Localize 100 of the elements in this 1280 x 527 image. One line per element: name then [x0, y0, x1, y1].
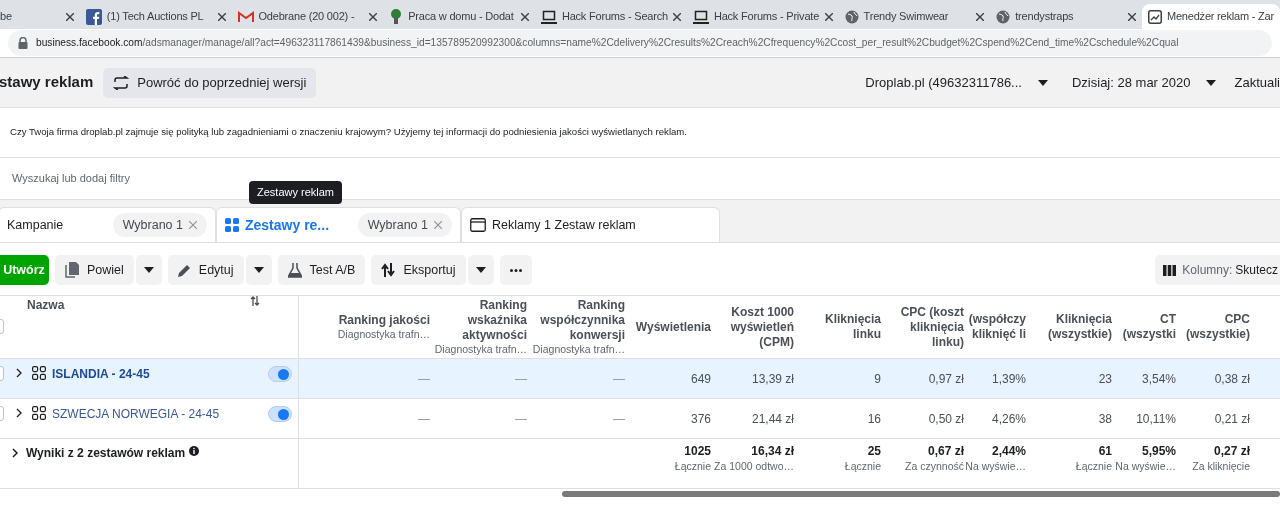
close-icon: [217, 12, 226, 21]
browser-tab[interactable]: Menedżer reklam - Zar: [1141, 4, 1280, 29]
notice-text: Czy Twoja firma droplab.pl zajmuje się polityką lub zagadnieniami o znaczeniu krajowym? Użyjemy tej informacji do podniesienia jakości wyświetlanych reklam.: [10, 125, 687, 140]
total-note: Za czynność: [905, 459, 964, 473]
column-header[interactable]: Ranking jakości: [338, 313, 430, 328]
total-value: 61: [1098, 444, 1112, 459]
level-tab[interactable]: Kampanie Wybrano 1: [0, 207, 216, 242]
close-icon: [672, 12, 681, 21]
table-cell: 1,39%: [991, 372, 1026, 386]
columns-button[interactable]: Kolumny: Skutecz: [1155, 255, 1280, 285]
total-value: 16,34 zł: [751, 444, 794, 459]
sort-arrows-icon: [381, 263, 396, 277]
browser-tab[interactable]: Praca w domu - Dodat: [383, 4, 535, 29]
column-header[interactable]: (współczy kliknięć li: [968, 312, 1026, 342]
toolbar-button[interactable]: Edytuj: [167, 255, 244, 285]
tree-icon: [389, 8, 404, 25]
copy-icon: [65, 262, 79, 278]
close-icon: [824, 12, 833, 21]
browser-tab[interactable]: trendystraps: [990, 4, 1142, 29]
total-note: Za 1000 odtwo…: [714, 459, 794, 473]
browser-tab[interactable]: Hack Forums - Search: [534, 4, 687, 29]
more-button[interactable]: [499, 255, 532, 285]
grid-icon: [32, 366, 46, 380]
toolbar-button[interactable]: Powiel: [55, 255, 134, 285]
browser-tab[interactable]: Odebrane (20 002) -: [231, 4, 384, 29]
date-dropdown[interactable]: Dzisiaj: 28 mar 2020: [1071, 72, 1217, 93]
table-cell: 10,11%: [1136, 412, 1176, 426]
total-note: Na wyświe…: [965, 459, 1026, 473]
level-tab[interactable]: Reklamy 1 Zestaw reklam: [461, 207, 720, 242]
dropdown-button[interactable]: [467, 255, 494, 285]
globe-icon: [844, 9, 859, 24]
total-value: 2,44%: [991, 444, 1026, 459]
chevron-icon: [12, 448, 18, 458]
column-header[interactable]: CPC (koszt kliknięcia linku): [891, 304, 964, 350]
dropdown-button[interactable]: [135, 255, 162, 285]
browser-tab[interactable]: Trendy Swimwear: [838, 4, 991, 29]
column-header[interactable]: CT (wszystki: [1122, 312, 1176, 342]
selection-chip[interactable]: Wybrano 1: [357, 213, 452, 237]
column-subtitle: Diagnostyka trafn…: [337, 328, 430, 341]
column-header[interactable]: Kliknięcia linku: [804, 312, 881, 342]
column-subtitle: Diagnostyka trafn…: [434, 343, 527, 356]
totals-label: Wyniki z 2 zestawów reklam: [26, 445, 186, 462]
total-note: Na wyświe…: [1115, 459, 1176, 473]
grid-icon: [225, 218, 239, 232]
table-cell: —: [515, 412, 527, 426]
table-cell: 21,44 zł: [751, 412, 794, 426]
table-cell: —: [613, 372, 625, 386]
column-header[interactable]: Wyświetlenia: [635, 319, 711, 335]
ad-set-link[interactable]: SZWECJA NORWEGIA - 24-45: [52, 405, 220, 423]
account-dropdown[interactable]: Droplab.pl (49632311786...: [865, 72, 1048, 93]
table-cell: —: [418, 372, 430, 386]
horizontal-scrollbar[interactable]: [562, 491, 1280, 497]
address-bar[interactable]: [8, 30, 1272, 56]
close-icon: [434, 221, 442, 229]
column-header[interactable]: Kliknięcia (wszystkie): [1036, 312, 1112, 342]
update-text: Zaktuali: [1234, 73, 1280, 92]
close-icon: [189, 221, 197, 229]
total-value: 0,67 zł: [927, 444, 964, 459]
toggle-switch[interactable]: [268, 406, 292, 422]
close-icon: [520, 12, 529, 21]
browser-tab[interactable]: (1) Tech Auctions PL: [79, 4, 232, 29]
level-tab[interactable]: Zestawy re... Wybrano 1: [216, 207, 461, 242]
column-header[interactable]: Ranking współczynnika konwersji: [537, 298, 625, 343]
chart-icon: [1147, 9, 1162, 24]
table-cell: —: [515, 372, 527, 386]
mail-icon: [237, 10, 254, 23]
close-icon: [976, 12, 985, 21]
chevron-icon: [16, 408, 22, 418]
browser-tab[interactable]: Hack Forums - Private: [686, 4, 839, 29]
toolbar-button[interactable]: Eksportuj: [371, 255, 466, 285]
table-cell: 376: [690, 412, 711, 426]
table-row[interactable]: ISLANDIA - 24-45 — — — 649 13,39 zł 9 0,97 zł 1,39% 23 3,54% 0,38 zł: [0, 359, 1280, 399]
table-row[interactable]: SZWECJA NORWEGIA - 24-45 — — — 376 21,44 zł 16 0,50 zł 4,26% 38 10,11% 0,21 zł: [0, 399, 1280, 439]
toolbar-button[interactable]: Test A/B: [277, 255, 366, 285]
column-header[interactable]: Nazwa: [27, 296, 65, 314]
total-value: 25: [867, 444, 881, 459]
dropdown-button[interactable]: [245, 255, 272, 285]
table-cell: 4,26%: [991, 412, 1026, 426]
table-cell: 649: [690, 372, 711, 386]
caret-icon: [253, 267, 264, 273]
column-header[interactable]: Koszt 1000 wyświetleń (CPM): [721, 304, 794, 350]
browser-tab[interactable]: be: [0, 4, 80, 29]
flask-icon: [287, 262, 302, 278]
column-header[interactable]: Ranking wskaźnika aktywności: [440, 298, 527, 343]
total-value: 0,27 zł: [1213, 444, 1250, 459]
tooltip: Zestawy reklam: [249, 181, 343, 204]
close-icon: [1127, 12, 1136, 21]
revert-button[interactable]: Powróć do poprzedniej wersji: [103, 67, 317, 98]
table-cell: 0,50 zł: [928, 412, 964, 426]
toggle-switch[interactable]: [268, 366, 292, 382]
table-cell: 9: [874, 372, 881, 386]
caret-icon: [143, 267, 154, 273]
table-cell: 0,97 zł: [928, 372, 964, 386]
column-header[interactable]: CPC (wszystkie): [1185, 312, 1250, 342]
table-cell: 23: [1098, 372, 1112, 386]
selection-chip[interactable]: Wybrano 1: [112, 213, 207, 237]
table-cell: 38: [1098, 412, 1112, 426]
caret-icon: [1037, 79, 1048, 86]
ad-set-link[interactable]: ISLANDIA - 24-45: [52, 365, 150, 383]
swap-icon: [113, 75, 130, 90]
